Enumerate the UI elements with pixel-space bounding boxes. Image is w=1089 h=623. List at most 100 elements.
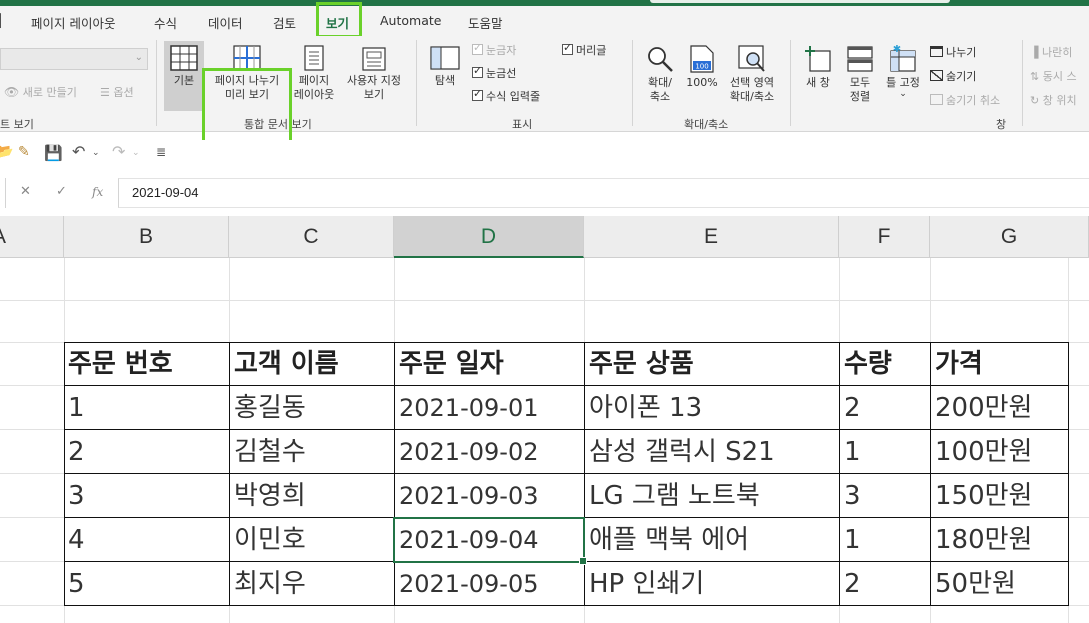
reset-window-position-button[interactable]: ↻ 창 위치: [1030, 92, 1077, 108]
tab-automate[interactable]: Automate: [380, 13, 441, 28]
table-cell[interactable]: 삼성 갤럭시 S21: [589, 430, 837, 474]
table-cell[interactable]: 2021-09-04: [399, 518, 582, 562]
gridlines-checkbox[interactable]: 눈금선: [472, 64, 516, 83]
zoom-to-selection-button[interactable]: 선택 영역 확대/축소: [722, 41, 782, 111]
table-cell[interactable]: 2: [844, 562, 928, 606]
table-cell[interactable]: 150만원: [935, 474, 1067, 518]
view-side-by-side-button[interactable]: ▐ 나란히: [1030, 44, 1072, 60]
synchronous-scrolling-button[interactable]: ⇅ 동시 스: [1030, 68, 1077, 84]
table-cell[interactable]: 1: [844, 430, 928, 474]
column-header-a[interactable]: A: [0, 216, 64, 258]
chevron-down-icon[interactable]: ⌄: [132, 148, 140, 158]
open-file-icon[interactable]: ✎: [18, 144, 30, 160]
hide-icon: [930, 70, 943, 81]
zoom-button[interactable]: 확대/ 축소: [638, 41, 682, 111]
search-box[interactable]: [650, 0, 950, 3]
table-cell[interactable]: 4: [68, 518, 226, 562]
sheet-view-dropdown[interactable]: ⌄: [0, 48, 148, 70]
page-layout-view-button[interactable]: 페이지 레이아웃: [292, 41, 336, 111]
page-break-icon: [233, 45, 261, 71]
folder-icon[interactable]: 📂: [0, 144, 13, 160]
group-divider: [790, 40, 791, 126]
table-cell[interactable]: 김철수: [234, 430, 392, 474]
table-cell[interactable]: 5: [68, 562, 226, 606]
table-header-cell[interactable]: 가격: [935, 342, 1067, 386]
tab-help[interactable]: 도움말: [468, 13, 503, 32]
redo-icon[interactable]: ↷: [112, 142, 125, 161]
table-header-cell[interactable]: 주문 상품: [589, 342, 837, 386]
worksheet[interactable]: A B C D E F G 주문 번호 고객 이름 주문 일자 주문 상품 수량…: [0, 216, 1089, 623]
table-header-cell[interactable]: 고객 이름: [234, 342, 392, 386]
table-cell[interactable]: 1: [68, 386, 226, 430]
tab-view[interactable]: 보기: [326, 13, 350, 38]
svg-text:✱: ✱: [893, 45, 901, 55]
table-cell[interactable]: 박영희: [234, 474, 392, 518]
tab-review[interactable]: 검토: [273, 13, 296, 32]
column-header-e[interactable]: E: [584, 216, 839, 258]
table-cell[interactable]: 2: [844, 386, 928, 430]
table-header-cell[interactable]: 수량: [844, 342, 928, 386]
column-header-b[interactable]: B: [64, 216, 229, 258]
arrange-all-button[interactable]: 모두 정렬: [842, 41, 878, 111]
tab-data[interactable]: 데이터: [208, 13, 243, 32]
table-cell[interactable]: 2: [68, 430, 226, 474]
zoom-100-button[interactable]: 100 100%: [684, 41, 720, 111]
formula-bar-checkbox[interactable]: 수식 입력줄: [472, 87, 540, 106]
customize-toolbar-icon[interactable]: ≣: [156, 145, 166, 159]
formula-input[interactable]: [118, 178, 1089, 208]
table-cell[interactable]: 180만원: [935, 518, 1067, 562]
magnifier-icon: [648, 47, 673, 72]
table-cell[interactable]: 1: [844, 518, 928, 562]
table-cell[interactable]: 50만원: [935, 562, 1067, 606]
custom-views-button[interactable]: 사용자 지정 보기: [340, 41, 408, 111]
quick-access-toolbar: 📂 ✎ 💾 ↶ ⌄ ↷ ⌄ ≣: [0, 140, 1089, 166]
freeze-panes-button[interactable]: ✱ 틀 고정 ⌄: [880, 41, 926, 111]
undo-icon[interactable]: ↶: [72, 142, 85, 161]
table-cell[interactable]: 이민호: [234, 518, 392, 562]
column-header-d[interactable]: D: [394, 216, 584, 258]
save-icon[interactable]: 💾: [44, 144, 63, 162]
group-label-window: 창: [996, 118, 1007, 131]
ruler-checkbox[interactable]: 눈금자: [472, 41, 516, 60]
table-header-cell[interactable]: 주문 일자: [399, 342, 582, 386]
unhide-button[interactable]: 숨기기 취소: [930, 92, 1000, 108]
page-break-preview-button[interactable]: 페이지 나누기 미리 보기: [206, 41, 288, 111]
column-header-g[interactable]: G: [930, 216, 1089, 258]
table-cell[interactable]: 최지우: [234, 562, 392, 606]
new-window-button[interactable]: 새 창: [796, 41, 840, 111]
table-cell[interactable]: HP 인쇄기: [589, 562, 837, 606]
table-cell[interactable]: 100만원: [935, 430, 1067, 474]
tab-formulas[interactable]: 수식: [154, 13, 177, 32]
sheet-view-options-button[interactable]: ☰ 옵션: [100, 84, 134, 100]
table-cell[interactable]: 200만원: [935, 386, 1067, 430]
table-cell[interactable]: 아이폰 13: [589, 386, 837, 430]
navigator-button[interactable]: 탐색: [424, 41, 466, 111]
column-header-c[interactable]: C: [229, 216, 394, 258]
table-cell[interactable]: 홍길동: [234, 386, 392, 430]
table-cell[interactable]: 2021-09-05: [399, 562, 582, 606]
normal-view-button[interactable]: 기본: [164, 41, 204, 111]
chevron-down-icon[interactable]: ⌄: [92, 148, 100, 158]
hide-button[interactable]: 숨기기: [930, 68, 976, 84]
split-button[interactable]: 나누기: [930, 44, 976, 60]
table-cell[interactable]: 애플 맥북 에어: [589, 518, 837, 562]
check-icon[interactable]: ✓: [56, 184, 67, 199]
table-cell[interactable]: 3: [844, 474, 928, 518]
insert-function-icon[interactable]: fx: [92, 185, 103, 199]
table-header-cell[interactable]: 주문 번호: [68, 342, 226, 386]
group-label-sheet-view: 트 보기: [0, 118, 34, 131]
new-view-button[interactable]: 👁 새로 만들기: [4, 84, 77, 100]
column-header-f[interactable]: F: [839, 216, 930, 258]
new-window-icon: [805, 46, 831, 72]
unhide-icon: [930, 94, 943, 105]
table-cell[interactable]: LG 그램 노트북: [589, 474, 837, 518]
cancel-icon[interactable]: ✕: [20, 184, 31, 199]
tab-page-layout[interactable]: 페이지 레이아웃: [31, 13, 115, 32]
headings-checkbox[interactable]: 머리글: [562, 41, 606, 60]
table-cell[interactable]: 2021-09-02: [399, 430, 582, 474]
table-cell[interactable]: 2021-09-03: [399, 474, 582, 518]
table-cell[interactable]: 2021-09-01: [399, 386, 582, 430]
name-box-edge[interactable]: [0, 178, 6, 208]
checkbox-checked-icon: [472, 87, 483, 101]
table-cell[interactable]: 3: [68, 474, 226, 518]
